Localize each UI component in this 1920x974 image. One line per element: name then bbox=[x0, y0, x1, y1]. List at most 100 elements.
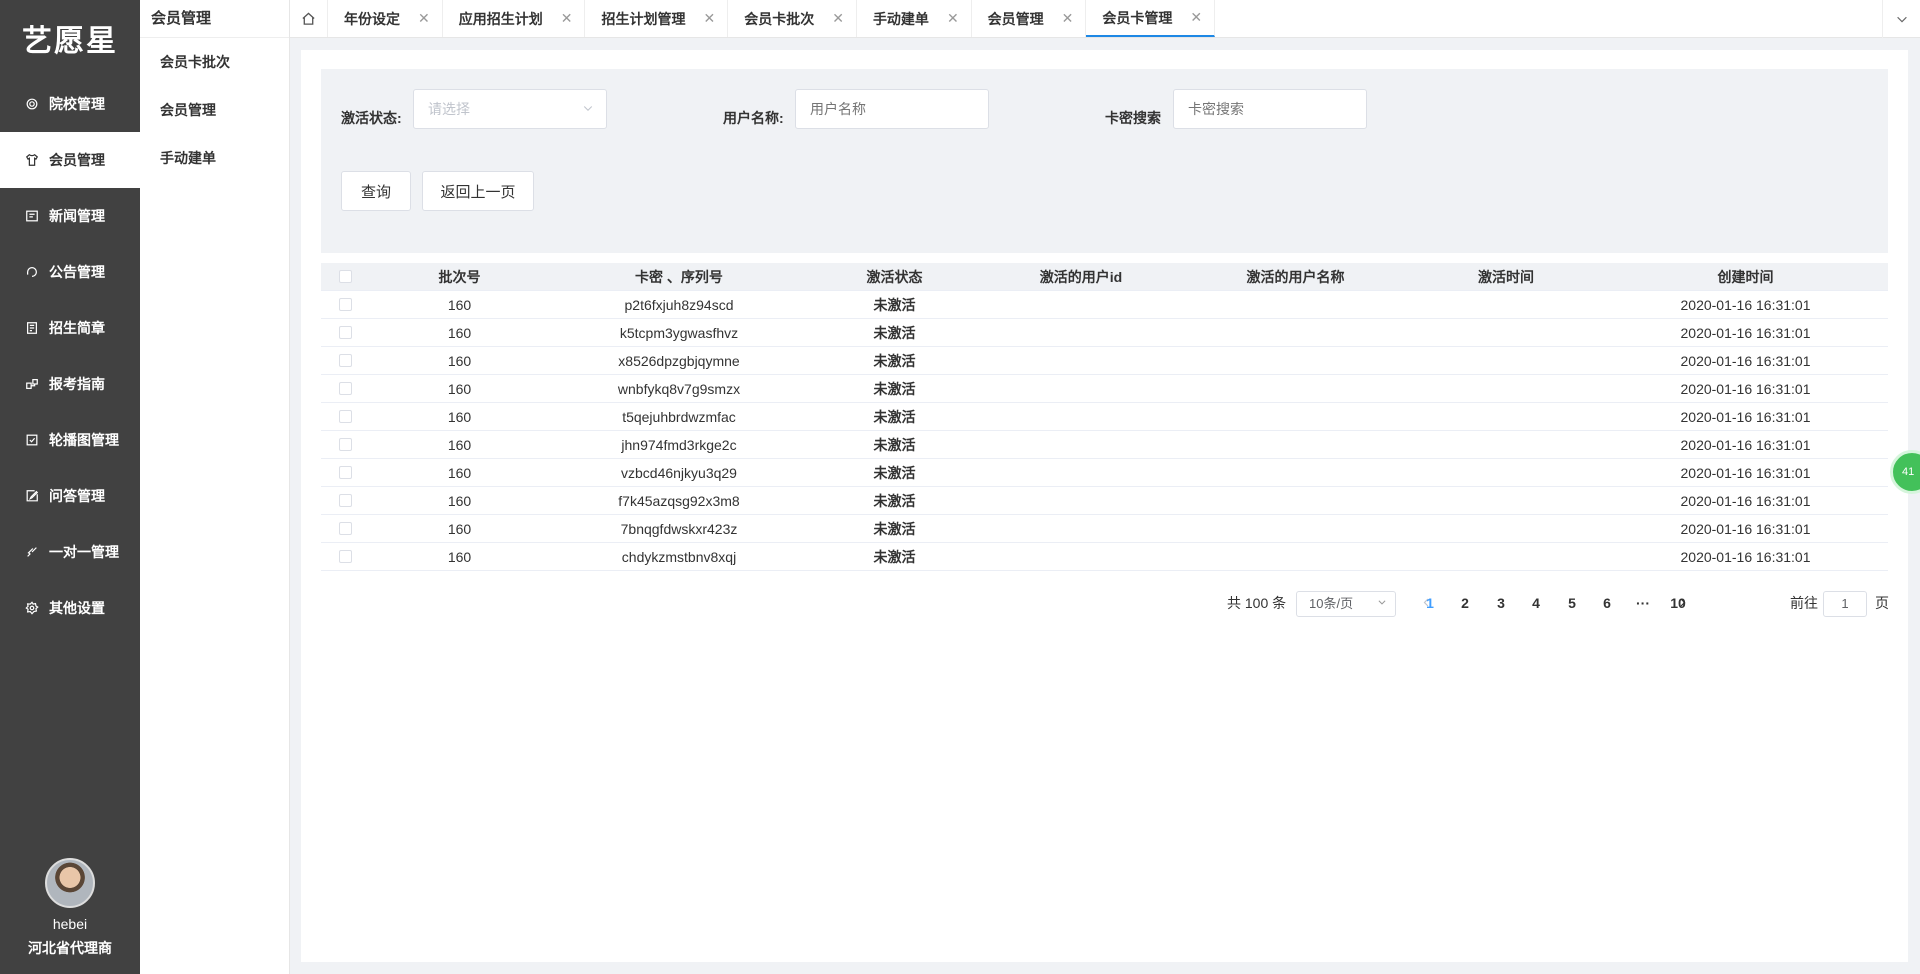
sidebar-item-label: 会员管理 bbox=[49, 152, 105, 168]
tab-list: 年份设定 ✕ 应用招生计划 ✕ 招生计划管理 ✕ 会员卡批次 ✕ 手动建单 ✕ 会员管理 ✕ 会员卡管理… bbox=[328, 0, 1216, 37]
main-sidebar: 艺愿星 院校管理 会员管理 新闻管理 公告管理 招生简章 报考指南 轮播图管理 问答管理 一对一… bbox=[0, 0, 140, 974]
tab-label: 年份设定 bbox=[344, 10, 400, 27]
sidebar-item-8[interactable]: 一对一管理 bbox=[0, 524, 140, 580]
cell-created-at: 2020-01-16 16:31:01 bbox=[1680, 324, 1811, 341]
settings-icon bbox=[24, 600, 40, 616]
row-checkbox[interactable] bbox=[339, 410, 352, 423]
back-button[interactable]: 返回上一页 bbox=[422, 171, 534, 211]
tab-3[interactable]: 会员卡批次 ✕ bbox=[728, 0, 857, 37]
sidebar-item-5[interactable]: 报考指南 bbox=[0, 356, 140, 412]
submenu-item-manual-order[interactable]: 手动建单 bbox=[140, 134, 289, 182]
sidebar-item-9[interactable]: 其他设置 bbox=[0, 580, 140, 636]
query-button[interactable]: 查询 bbox=[341, 171, 411, 211]
cell-status: 未激活 bbox=[873, 352, 916, 369]
gear-icon bbox=[24, 96, 40, 112]
tab-dropdown-button[interactable] bbox=[1882, 0, 1920, 38]
column-header-user-name: 激活的用户名称 bbox=[1246, 268, 1345, 285]
sidebar-item-4[interactable]: 招生简章 bbox=[0, 300, 140, 356]
sidebar-item-2[interactable]: 新闻管理 bbox=[0, 188, 140, 244]
pagination-total: 共 100 条 bbox=[1227, 595, 1287, 611]
page-number-1[interactable]: 1 bbox=[1415, 588, 1445, 618]
sidebar-item-0[interactable]: 院校管理 bbox=[0, 76, 140, 132]
table-header: 批次号 卡密 、序列号 激活状态 激活的用户id 激活的用户名称 激活时间 创建… bbox=[321, 263, 1888, 291]
chevron-down-icon bbox=[582, 90, 594, 128]
cell-created-at: 2020-01-16 16:31:01 bbox=[1680, 436, 1811, 453]
row-checkbox[interactable] bbox=[339, 494, 352, 507]
table-row[interactable]: 160 chdykzmstbnv8xqj 未激活 2020-01-16 16:31:0… bbox=[321, 543, 1888, 571]
shirt-icon bbox=[24, 152, 40, 168]
goto-prefix: 前往 bbox=[1790, 595, 1818, 611]
close-icon[interactable]: ✕ bbox=[561, 10, 573, 27]
row-checkbox[interactable] bbox=[339, 550, 352, 563]
sidebar-item-6[interactable]: 轮播图管理 bbox=[0, 412, 140, 468]
tab-1[interactable]: 应用招生计划 ✕ bbox=[443, 0, 586, 37]
row-checkbox[interactable] bbox=[339, 522, 352, 535]
submenu-item-members[interactable]: 会员管理 bbox=[140, 86, 289, 134]
goto-page-input[interactable]: 1 bbox=[1823, 591, 1867, 617]
tab-4[interactable]: 手动建单 ✕ bbox=[857, 0, 972, 37]
news-icon bbox=[24, 208, 40, 224]
table-row[interactable]: 160 k5tcpm3ygwasfhvz 未激活 2020-01-16 16:31:0… bbox=[321, 319, 1888, 347]
table-row[interactable]: 160 jhn974fmd3rkge2c 未激活 2020-01-16 16:31:0… bbox=[321, 431, 1888, 459]
submenu-item-batch[interactable]: 会员卡批次 bbox=[140, 38, 289, 86]
card-search-input[interactable] bbox=[1173, 89, 1367, 129]
status-select[interactable]: 请选择 bbox=[413, 89, 607, 129]
close-icon[interactable]: ✕ bbox=[418, 10, 430, 27]
table-row[interactable]: 160 t5qejuhbrdwzmfac 未激活 2020-01-16 16:31:0… bbox=[321, 403, 1888, 431]
edit-icon bbox=[24, 488, 40, 504]
close-icon[interactable]: ✕ bbox=[947, 10, 959, 27]
cell-card: chdykzmstbnv8xqj bbox=[621, 548, 737, 565]
page-number-2[interactable]: 2 bbox=[1450, 588, 1480, 618]
page-size-select[interactable]: 10条/页 bbox=[1296, 591, 1396, 617]
status-filter-label: 激活状态: bbox=[341, 110, 402, 126]
row-checkbox[interactable] bbox=[339, 382, 352, 395]
cell-card: vzbcd46njkyu3q29 bbox=[621, 464, 737, 481]
tab-5[interactable]: 会员管理 ✕ bbox=[972, 0, 1087, 37]
tab-6[interactable]: 会员卡管理 ✕ bbox=[1086, 0, 1216, 37]
row-checkbox[interactable] bbox=[339, 298, 352, 311]
column-header-user-id: 激活的用户id bbox=[1039, 268, 1123, 285]
page-number-4[interactable]: 4 bbox=[1521, 588, 1551, 618]
table-row[interactable]: 160 x8526dpzgbjqymne 未激活 2020-01-16 16:31:0… bbox=[321, 347, 1888, 375]
table-row[interactable]: 160 7bnqgfdwskxr423z 未激活 2020-01-16 16:31:0… bbox=[321, 515, 1888, 543]
table-row[interactable]: 160 vzbcd46njkyu3q29 未激活 2020-01-16 16:31:0… bbox=[321, 459, 1888, 487]
row-checkbox[interactable] bbox=[339, 354, 352, 367]
sidebar-item-3[interactable]: 公告管理 bbox=[0, 244, 140, 300]
row-select-cell bbox=[321, 522, 370, 535]
page-size-value: 10条/页 bbox=[1309, 596, 1354, 611]
page-number-6[interactable]: 6 bbox=[1592, 588, 1622, 618]
cell-status: 未激活 bbox=[873, 548, 916, 565]
close-icon[interactable]: ✕ bbox=[703, 10, 715, 27]
sidebar-item-label: 公告管理 bbox=[49, 264, 105, 280]
column-header-created-at: 创建时间 bbox=[1717, 268, 1774, 285]
username-input[interactable] bbox=[795, 89, 989, 129]
table-row[interactable]: 160 p2t6fxjuh8z94scd 未激活 2020-01-16 16:31:0… bbox=[321, 291, 1888, 319]
tab-label: 会员卡管理 bbox=[1102, 9, 1173, 26]
cell-card: 7bnqgfdwskxr423z bbox=[620, 520, 738, 537]
tab-0[interactable]: 年份设定 ✕ bbox=[328, 0, 443, 37]
select-all-checkbox[interactable] bbox=[339, 270, 352, 283]
chevron-down-icon bbox=[1377, 592, 1387, 616]
guide-icon bbox=[24, 376, 40, 392]
page-ellipsis[interactable]: ··· bbox=[1628, 588, 1658, 618]
close-icon[interactable]: ✕ bbox=[832, 10, 844, 27]
next-page-button[interactable] bbox=[1667, 588, 1697, 618]
row-checkbox[interactable] bbox=[339, 326, 352, 339]
carousel-icon bbox=[24, 432, 40, 448]
submenu: 会员管理 会员卡批次 会员管理 手动建单 bbox=[140, 0, 290, 974]
page-number-3[interactable]: 3 bbox=[1486, 588, 1516, 618]
close-icon[interactable]: ✕ bbox=[1062, 10, 1074, 27]
tab-home[interactable] bbox=[290, 0, 328, 37]
cell-status: 未激活 bbox=[873, 464, 916, 481]
page-number-5[interactable]: 5 bbox=[1557, 588, 1587, 618]
row-checkbox[interactable] bbox=[339, 466, 352, 479]
tab-2[interactable]: 招生计划管理 ✕ bbox=[585, 0, 729, 37]
close-icon[interactable]: ✕ bbox=[1190, 9, 1202, 26]
table-row[interactable]: 160 f7k45azqsg92x3m8 未激活 2020-01-16 16:31:0… bbox=[321, 487, 1888, 515]
column-header-status: 激活状态 bbox=[866, 268, 923, 285]
avatar[interactable] bbox=[45, 858, 95, 908]
sidebar-item-7[interactable]: 问答管理 bbox=[0, 468, 140, 524]
row-checkbox[interactable] bbox=[339, 438, 352, 451]
table-row[interactable]: 160 wnbfykq8v7g9smzx 未激活 2020-01-16 16:31:0… bbox=[321, 375, 1888, 403]
sidebar-item-1[interactable]: 会员管理 bbox=[0, 132, 140, 188]
